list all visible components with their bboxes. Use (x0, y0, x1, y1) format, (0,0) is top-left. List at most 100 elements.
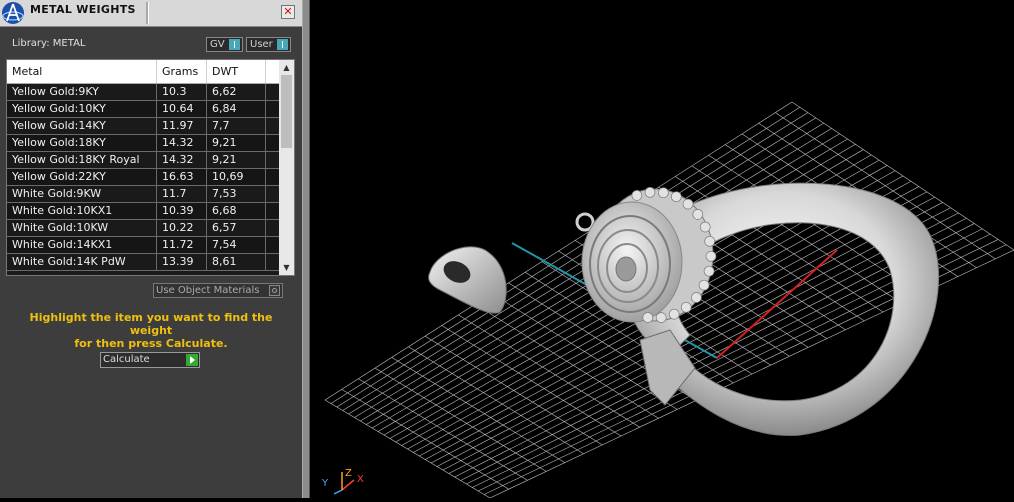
column-header-dwt[interactable]: DWT (207, 60, 266, 83)
bead (644, 186, 656, 198)
calculate-label: Calculate (103, 354, 150, 365)
table-row[interactable]: Yellow Gold:14KY 11.97 7,7 (7, 118, 279, 135)
window-title: METAL WEIGHTS (30, 3, 136, 16)
cell-grams: 10.64 (157, 101, 207, 117)
cell-grams: 11.72 (157, 237, 207, 253)
cell-dwt: 10,69 (207, 169, 266, 185)
cell-metal: Yellow Gold:14KY (7, 118, 157, 134)
cell-spacer (266, 237, 279, 253)
scroll-up-arrow-icon[interactable]: ▲ (279, 60, 294, 75)
table-row[interactable]: Yellow Gold:22KY 16.63 10,69 (7, 169, 279, 186)
cell-spacer (266, 169, 279, 185)
cell-metal: Yellow Gold:10KY (7, 101, 157, 117)
cell-dwt: 6,62 (207, 84, 266, 100)
title-divider (146, 2, 149, 24)
instruction-text: Highlight the item you want to find the … (10, 311, 292, 350)
bail[interactable] (428, 246, 507, 314)
cell-metal: Yellow Gold:9KY (7, 84, 157, 100)
bead (631, 190, 643, 201)
cell-spacer (266, 186, 279, 202)
scroll-thumb[interactable] (281, 75, 292, 148)
bead (668, 308, 680, 320)
cell-metal: Yellow Gold:18KY Royal (7, 152, 157, 168)
cell-dwt: 7,7 (207, 118, 266, 134)
column-header-grams[interactable]: Grams (157, 60, 207, 83)
gv-toggle-label: GV (210, 39, 225, 50)
cell-dwt: 6,68 (207, 203, 266, 219)
cell-metal: White Gold:14KX1 (7, 237, 157, 253)
cell-metal: White Gold:14K PdW (7, 254, 157, 270)
table-row[interactable]: White Gold:14KX1 11.72 7,54 (7, 237, 279, 254)
instruction-line-1: Highlight the item you want to find the … (29, 311, 273, 337)
x-axis-line (716, 249, 838, 359)
pendant-head[interactable] (575, 186, 717, 323)
checkbox-icon (269, 285, 280, 296)
calculate-button[interactable]: Calculate (100, 352, 200, 368)
cell-metal: Yellow Gold:18KY (7, 135, 157, 151)
cell-metal: White Gold:10KX1 (7, 203, 157, 219)
cell-spacer (266, 135, 279, 151)
user-toggle[interactable]: User (246, 37, 291, 52)
app-logo-icon (2, 2, 24, 24)
cell-grams: 14.32 (157, 152, 207, 168)
bead (658, 187, 669, 199)
cell-spacer (266, 254, 279, 270)
table-row[interactable]: White Gold:9KW 11.7 7,53 (7, 186, 279, 203)
library-label: Library: METAL (12, 38, 86, 49)
viewport-canvas[interactable]: X Z Y (310, 0, 1014, 499)
bead (655, 312, 667, 323)
cell-dwt: 6,57 (207, 220, 266, 236)
bead (699, 221, 711, 233)
metal-weights-panel: METAL WEIGHTS ✕ Library: METAL GV User M… (0, 0, 302, 498)
cell-dwt: 6,84 (207, 101, 266, 117)
title-bar[interactable]: METAL WEIGHTS ✕ (0, 0, 302, 27)
table-row[interactable]: Yellow Gold:10KY 10.64 6,84 (7, 101, 279, 118)
bead (682, 198, 694, 210)
cell-grams: 13.39 (157, 254, 207, 270)
cell-metal: Yellow Gold:22KY (7, 169, 157, 185)
instruction-line-2: for then press Calculate. (74, 337, 228, 350)
table-row[interactable]: White Gold:10KW 10.22 6,57 (7, 220, 279, 237)
gizmo-y-line (333, 489, 343, 495)
close-icon[interactable]: ✕ (281, 5, 295, 19)
toggle-switch-icon (229, 39, 240, 50)
metal-table: Metal Grams DWT Yellow Gold:9KY 10.3 6,62 Y… (6, 59, 295, 276)
gizmo-x-label: X (357, 474, 364, 485)
cell-metal: White Gold:10KW (7, 220, 157, 236)
cell-spacer (266, 84, 279, 100)
user-toggle-label: User (250, 39, 273, 50)
bead (692, 209, 704, 220)
gizmo-y-label: Y (321, 478, 329, 489)
cell-dwt: 8,61 (207, 254, 266, 270)
cell-grams: 10.3 (157, 84, 207, 100)
table-scrollbar[interactable]: ▲ ▼ (279, 60, 294, 275)
table-row[interactable]: Yellow Gold:18KY 14.32 9,21 (7, 135, 279, 152)
cell-spacer (266, 203, 279, 219)
3d-viewport[interactable]: X Z Y (310, 0, 1014, 499)
table-row[interactable]: White Gold:10KX1 10.39 6,68 (7, 203, 279, 220)
cell-metal: White Gold:9KW (7, 186, 157, 202)
cell-grams: 16.63 (157, 169, 207, 185)
table-body: Yellow Gold:9KY 10.3 6,62 Yellow Gold:10KY 1… (7, 84, 279, 271)
table-row[interactable]: White Gold:14K PdW 13.39 8,61 (7, 254, 279, 271)
scroll-down-arrow-icon[interactable]: ▼ (279, 260, 294, 275)
bead (642, 312, 654, 323)
bead (705, 250, 717, 262)
play-arrow-icon (186, 354, 198, 366)
bead (698, 279, 710, 291)
cell-grams: 10.22 (157, 220, 207, 236)
panel-splitter[interactable] (302, 0, 310, 498)
gv-toggle[interactable]: GV (206, 37, 243, 52)
cell-spacer (266, 152, 279, 168)
table-row[interactable]: Yellow Gold:9KY 10.3 6,62 (7, 84, 279, 101)
cell-grams: 11.7 (157, 186, 207, 202)
cell-dwt: 7,53 (207, 186, 266, 202)
cell-grams: 14.32 (157, 135, 207, 151)
use-object-materials-label: Use Object Materials (156, 285, 260, 296)
cell-spacer (266, 118, 279, 134)
use-object-materials-checkbox[interactable]: Use Object Materials (153, 283, 283, 298)
column-header-metal[interactable]: Metal (7, 60, 157, 83)
table-row[interactable]: Yellow Gold:18KY Royal 14.32 9,21 (7, 152, 279, 169)
bead (670, 191, 682, 203)
cell-spacer (266, 220, 279, 236)
